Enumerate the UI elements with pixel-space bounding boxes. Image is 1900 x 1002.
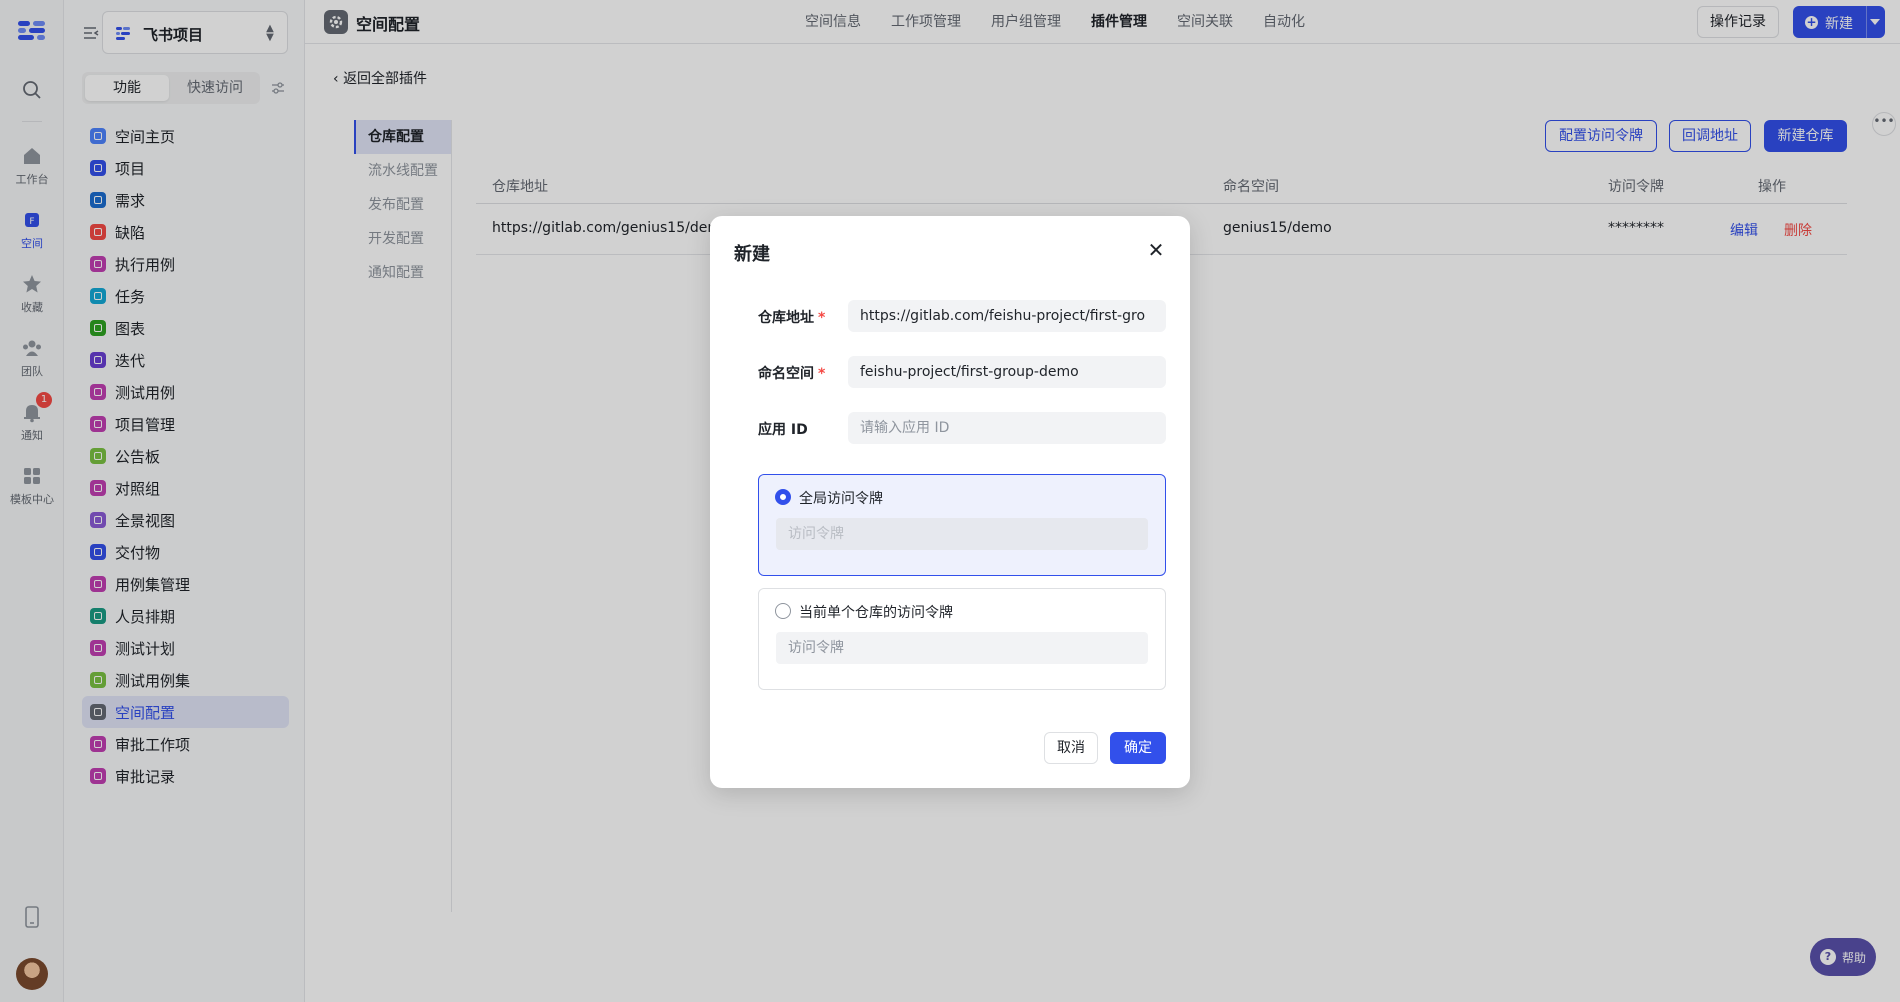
required-mark: * xyxy=(818,366,826,382)
repo-token-radio[interactable] xyxy=(775,603,791,619)
confirm-button[interactable]: 确定 xyxy=(1110,732,1166,764)
app-id-input[interactable]: 请输入应用 ID xyxy=(848,412,1166,444)
repo-token-option[interactable]: 当前单个仓库的访问令牌 访问令牌 xyxy=(758,588,1166,690)
new-repo-dialog: 新建 ✕ 仓库地址 * https://gitlab.com/feishu-pro… xyxy=(710,216,1190,788)
close-icon[interactable]: ✕ xyxy=(1144,238,1168,262)
namespace-label-text: 命名空间 xyxy=(758,366,814,382)
namespace-input[interactable]: feishu-project/first-group-demo xyxy=(848,356,1166,388)
global-token-input[interactable]: 访问令牌 xyxy=(776,518,1148,550)
app-id-label: 应用 ID xyxy=(758,422,808,438)
repo-address-label-text: 仓库地址 xyxy=(758,310,814,326)
repo-token-input[interactable]: 访问令牌 xyxy=(776,632,1148,664)
required-mark: * xyxy=(818,310,826,326)
repo-address-input[interactable]: https://gitlab.com/feishu-project/first-… xyxy=(848,300,1166,332)
global-token-label: 全局访问令牌 xyxy=(799,491,883,507)
namespace-label: 命名空间 * xyxy=(758,363,825,383)
global-token-radio[interactable] xyxy=(775,489,791,505)
global-token-option[interactable]: 全局访问令牌 访问令牌 xyxy=(758,474,1166,576)
repo-token-label: 当前单个仓库的访问令牌 xyxy=(799,605,953,621)
dialog-title: 新建 xyxy=(734,244,770,265)
cancel-button[interactable]: 取消 xyxy=(1044,732,1098,764)
repo-address-label: 仓库地址 * xyxy=(758,307,825,327)
